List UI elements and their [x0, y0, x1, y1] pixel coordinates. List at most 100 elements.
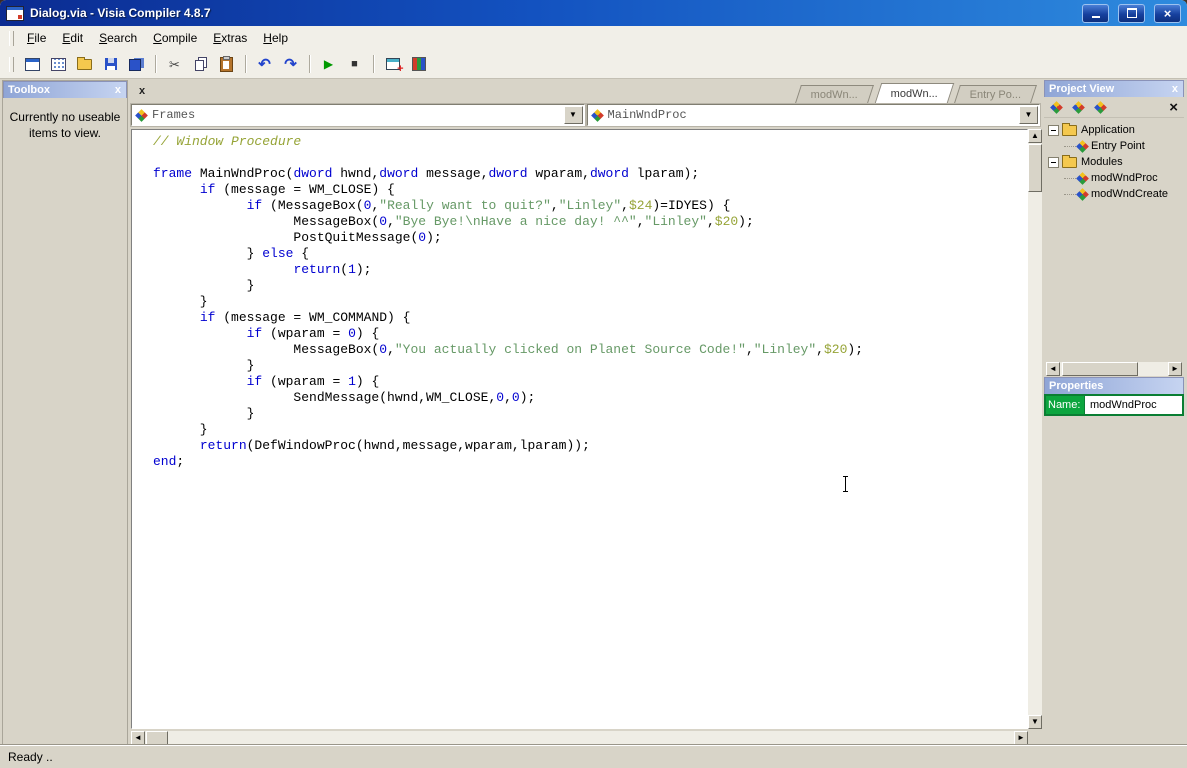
cut-button[interactable]: ✂	[162, 53, 187, 76]
open-button[interactable]	[72, 53, 97, 76]
property-name-value[interactable]: modWndProc	[1085, 396, 1182, 414]
expand-toggle[interactable]	[1048, 156, 1059, 168]
menu-edit[interactable]: Edit	[54, 28, 91, 48]
code-line: if (MessageBox(0,"Really want to quit?",…	[246, 198, 731, 213]
project-delete-button[interactable]: ×	[1169, 100, 1180, 115]
tab-modwndproc[interactable]: modWn...	[874, 83, 954, 103]
code-line: return(1);	[293, 262, 372, 277]
code-line: SendMessage(hwnd,WM_CLOSE,0,0);	[153, 390, 536, 405]
toolbar-separator	[155, 55, 156, 73]
project-add-button[interactable]	[1070, 99, 1086, 115]
form-icon	[51, 57, 66, 71]
project-toolbar: ×	[1044, 97, 1184, 118]
toolbox-close-button[interactable]: x	[114, 84, 122, 96]
project-view-close-button[interactable]: x	[1171, 83, 1179, 95]
tree-item-modules[interactable]: Modules	[1044, 154, 1184, 170]
arrow-right-icon: ►	[1171, 364, 1179, 373]
form-editor-button[interactable]	[46, 53, 71, 76]
project-open-button[interactable]	[1092, 99, 1108, 115]
tab-close-button[interactable]: x	[135, 84, 149, 98]
code-line: if (wparam = 1) {	[246, 374, 380, 389]
tree-item-modwndcreate[interactable]: modWndCreate	[1044, 186, 1184, 202]
scroll-down-button[interactable]: ▼	[1028, 715, 1042, 729]
tab-entry-point[interactable]: Entry Po...	[953, 85, 1037, 103]
add-window-button[interactable]	[380, 53, 405, 76]
stop-icon: ■	[351, 57, 358, 70]
tree-scroll-right-button[interactable]: ►	[1168, 362, 1182, 376]
toolbox-title: Toolbox	[8, 84, 50, 96]
code-line: if (message = WM_CLOSE) {	[199, 182, 395, 197]
module-star-icon	[1093, 100, 1107, 114]
toolbox-panel: Toolbox x Currently no useable items to …	[2, 80, 128, 745]
menu-extras[interactable]: Extras	[205, 28, 255, 48]
menu-help[interactable]: Help	[255, 28, 296, 48]
undo-button[interactable]: ↶	[252, 53, 277, 76]
tab-modwndcreate[interactable]: modWn...	[795, 85, 875, 103]
menubar-grip[interactable]	[9, 30, 14, 46]
tree-scroll-left-button[interactable]: ◄	[1046, 362, 1060, 376]
code-line: }	[153, 278, 255, 293]
project-tree: Application Entry Point Modules modWndProc m…	[1044, 118, 1184, 360]
saveall-icon	[129, 57, 144, 71]
save-all-button[interactable]	[124, 53, 149, 76]
tree-item-modwndproc[interactable]: modWndProc	[1044, 170, 1184, 186]
new-window-button[interactable]	[20, 53, 45, 76]
copy-button[interactable]	[188, 53, 213, 76]
editor-vscrollbar[interactable]: ▲ ▼	[1028, 129, 1042, 729]
scroll-left-button[interactable]: ◄	[131, 731, 145, 745]
scroll-up-button[interactable]: ▲	[1028, 129, 1042, 143]
chevron-down-icon: ▼	[569, 110, 577, 119]
close-button[interactable]: ×	[1154, 3, 1181, 23]
menu-file[interactable]: File	[19, 28, 54, 48]
tree-hscroll-thumb[interactable]	[1062, 362, 1138, 376]
properties-title: Properties	[1049, 380, 1104, 392]
vscroll-thumb[interactable]	[1028, 144, 1042, 192]
project-view-header: Project View x	[1044, 80, 1184, 97]
code-line: } else {	[153, 246, 310, 261]
paste-button[interactable]	[214, 53, 239, 76]
tree-connector	[1064, 145, 1076, 147]
toolbar-separator	[373, 55, 374, 73]
new-icon	[25, 57, 40, 71]
arrow-left-icon: ◄	[134, 733, 142, 742]
frames-combo-value: Frames	[152, 108, 196, 122]
minimize-button[interactable]	[1082, 3, 1109, 23]
menu-compile[interactable]: Compile	[145, 28, 205, 48]
menu-search[interactable]: Search	[91, 28, 145, 48]
expand-toggle[interactable]	[1048, 124, 1059, 136]
tree-label: Modules	[1081, 156, 1123, 168]
tree-item-application[interactable]: Application	[1044, 122, 1184, 138]
code-line: }	[153, 358, 255, 373]
hscroll-thumb[interactable]	[146, 731, 168, 745]
code-editor[interactable]: // Window Procedure frame MainWndProc(dw…	[131, 129, 1028, 729]
frames-combo-arrow[interactable]: ▼	[563, 106, 583, 124]
maximize-button[interactable]	[1118, 3, 1145, 23]
code-line: // Window Procedure	[153, 134, 302, 149]
redo-icon: ↷	[284, 55, 297, 73]
save-button[interactable]	[98, 53, 123, 76]
scroll-right-button[interactable]: ►	[1014, 731, 1028, 745]
run-button[interactable]: ▶	[316, 53, 341, 76]
editor-area: x modWn... modWn... Entry Po... Frames ▼ M…	[129, 80, 1042, 745]
stop-button[interactable]: ■	[342, 53, 367, 76]
window-title: Dialog.via - Visia Compiler 4.8.7	[30, 6, 211, 20]
frames-combo[interactable]: Frames ▼	[130, 103, 586, 127]
redo-button[interactable]: ↷	[278, 53, 303, 76]
symbol-combo-arrow[interactable]: ▼	[1019, 106, 1038, 124]
toolbar-grip[interactable]	[9, 56, 14, 72]
title-bar: Dialog.via - Visia Compiler 4.8.7 ×	[0, 0, 1187, 26]
toolbar-separator	[245, 55, 246, 73]
tree-label: Entry Point	[1091, 140, 1145, 152]
cut-icon: ✂	[169, 56, 180, 72]
tree-hscrollbar[interactable]: ◄ ►	[1046, 362, 1182, 376]
modules-button[interactable]	[406, 53, 431, 76]
tree-item-entry-point[interactable]: Entry Point	[1044, 138, 1184, 154]
project-new-button[interactable]	[1048, 99, 1064, 115]
property-row: Name: modWndProc	[1044, 394, 1184, 416]
editor-hscrollbar[interactable]: ◄ ►	[131, 731, 1028, 745]
project-view-title: Project View	[1049, 83, 1115, 95]
tab-label: modWn...	[890, 87, 938, 100]
ibeam-cursor	[842, 476, 849, 492]
symbol-combo[interactable]: MainWndProc ▼	[585, 103, 1041, 127]
